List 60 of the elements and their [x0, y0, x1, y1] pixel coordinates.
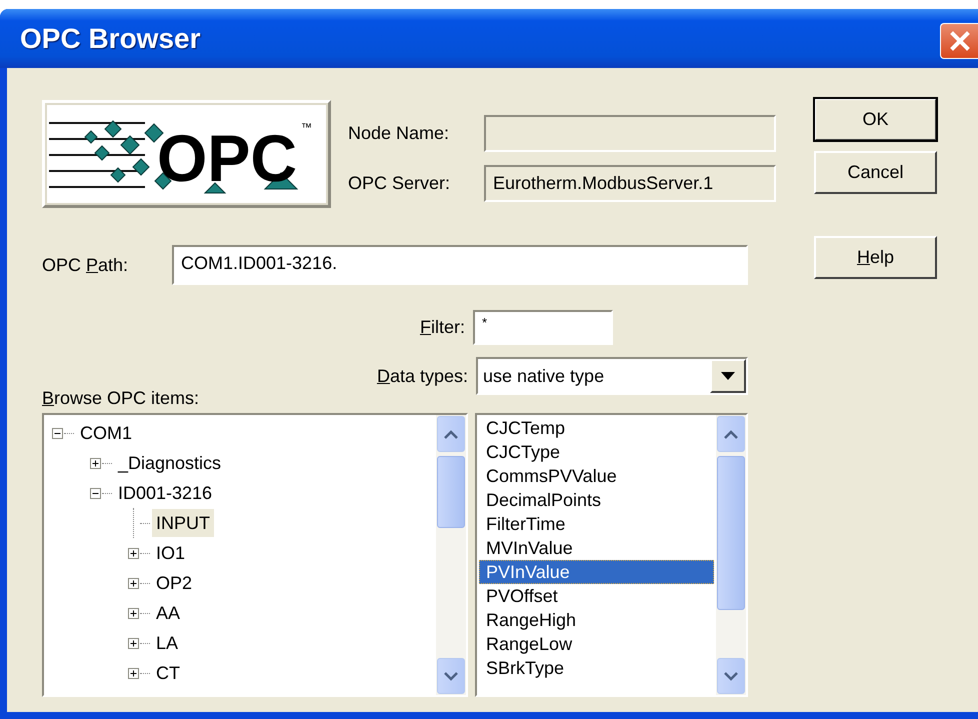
- scroll-down-button[interactable]: [437, 658, 465, 694]
- node-name-field[interactable]: [484, 115, 776, 152]
- tree-item[interactable]: COM1: [76, 419, 136, 447]
- opc-path-label: OPC Path:: [42, 254, 130, 276]
- tree-item[interactable]: OP2: [152, 569, 196, 597]
- plus-box-icon[interactable]: [128, 548, 139, 558]
- logo-drawing: OPC™: [45, 109, 328, 199]
- list-item[interactable]: PVInValue: [479, 560, 714, 584]
- opc-server-field[interactable]: Eurotherm.ModbusServer.1: [484, 165, 776, 202]
- scroll-thumb[interactable]: [717, 456, 745, 610]
- plus-box-icon[interactable]: [128, 608, 139, 618]
- close-button[interactable]: [940, 22, 978, 58]
- plus-box-icon[interactable]: [128, 668, 139, 678]
- ok-button[interactable]: OK: [814, 98, 937, 141]
- filter-field[interactable]: *: [473, 310, 613, 345]
- chevron-down-icon: [444, 672, 458, 680]
- list-item[interactable]: RangeLow: [479, 632, 714, 656]
- tree-item[interactable]: CT: [152, 659, 184, 687]
- tree-item[interactable]: IO1: [152, 539, 190, 567]
- data-types-label: Data types:: [376, 366, 469, 386]
- list-item[interactable]: CJCType: [479, 440, 714, 464]
- minus-box-icon[interactable]: [52, 428, 63, 438]
- opc-server-label: OPC Server:: [348, 173, 452, 194]
- list-item[interactable]: MVInValue: [479, 536, 714, 560]
- node-name-label: Node Name:: [348, 123, 450, 144]
- list-item[interactable]: DecimalPoints: [479, 488, 714, 512]
- plus-box-icon[interactable]: [90, 458, 101, 468]
- chevron-up-icon: [444, 430, 458, 438]
- tree-item[interactable]: INPUT: [152, 509, 214, 537]
- scroll-down-button[interactable]: [717, 658, 745, 694]
- tree-item[interactable]: _Diagnostics: [114, 449, 226, 477]
- list-item[interactable]: RangeHigh: [479, 608, 714, 632]
- close-icon: [948, 30, 970, 52]
- list-item[interactable]: SBrkType: [479, 656, 714, 680]
- caret-icon: [721, 372, 735, 380]
- plus-box-icon[interactable]: [128, 638, 139, 648]
- chevron-up-icon: [724, 430, 738, 438]
- list-item[interactable]: PVOffset: [479, 584, 714, 608]
- list-item[interactable]: FilterTime: [479, 512, 714, 536]
- scrollbar[interactable]: [716, 415, 746, 695]
- browse-label: Browse OPC items:: [42, 388, 200, 409]
- opc-path-field[interactable]: COM1.ID001-3216.: [172, 245, 748, 285]
- plus-box-icon[interactable]: [128, 578, 139, 588]
- scroll-thumb[interactable]: [437, 456, 465, 528]
- tree-item[interactable]: AA: [152, 599, 184, 627]
- tree-item[interactable]: ID001-3216: [114, 479, 216, 507]
- list-item[interactable]: CommsPVValue: [479, 464, 714, 488]
- cancel-button[interactable]: Cancel: [814, 151, 937, 194]
- scrollbar[interactable]: [436, 415, 466, 695]
- data-types-dropdown[interactable]: use native type: [476, 357, 748, 395]
- scroll-up-button[interactable]: [717, 416, 745, 452]
- window-title: OPC Browser: [20, 22, 200, 54]
- scroll-up-button[interactable]: [437, 416, 465, 452]
- tree-item[interactable]: LA: [152, 629, 182, 657]
- help-button[interactable]: Help: [814, 236, 937, 279]
- minus-box-icon[interactable]: [90, 488, 101, 498]
- chevron-down-icon: [724, 672, 738, 680]
- filter-label: Filter:: [418, 317, 466, 338]
- dropdown-button[interactable]: [710, 359, 746, 393]
- list-item[interactable]: CJCTemp: [479, 416, 714, 440]
